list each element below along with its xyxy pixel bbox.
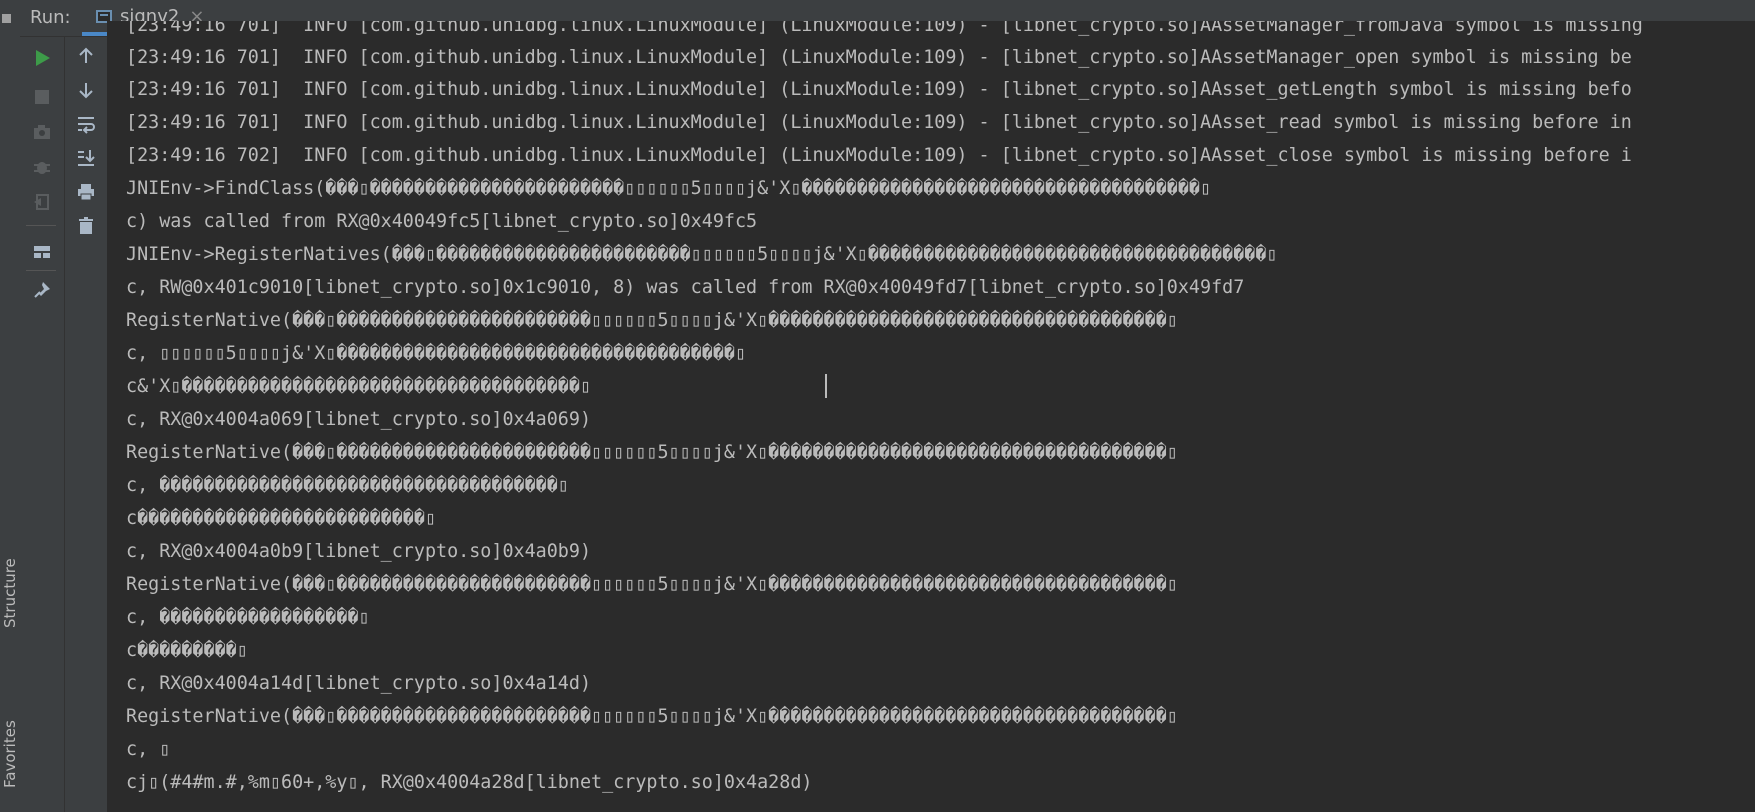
log-line: c, RX@0x4004a0b9[libnet_crypto.so]0x4a0b… [126,541,592,562]
scroll-down-button[interactable] [65,73,107,107]
clear-all-button[interactable] [65,209,107,243]
toolbar-divider [26,270,56,271]
log-line: JNIEnv->FindClass(���▯������������������… [126,178,1212,199]
debug-icon [34,162,50,174]
log-line: RegisterNative(���▯���������������������… [126,442,1178,463]
log-line: c��������������������������▯ [126,508,437,529]
log-line: [23:49:16 701] INFO [com.github.unidbg.l… [126,21,1643,36]
arrow-up-icon [79,47,93,63]
favorites-tab-label: Favorites [1,720,19,789]
run-toolbar [20,37,65,812]
rerun-button[interactable] [20,41,64,75]
scroll-to-end-icon [78,150,95,166]
run-label: Run: [30,7,71,28]
folder-icon[interactable] [2,14,11,23]
log-line: c, ������������������������������������▯ [126,475,569,496]
console-output[interactable]: [23:49:16 701] INFO [com.github.unidbg.l… [107,21,1755,812]
debug-button[interactable] [20,150,64,184]
rerun-icon [36,50,50,66]
layout-button[interactable] [20,235,64,269]
snapshot-icon [34,125,50,139]
pin-button[interactable] [20,273,64,307]
log-line: c, RX@0x4004a14d[libnet_crypto.so]0x4a14… [126,673,592,694]
stop-icon [35,90,49,104]
print-icon [78,184,94,201]
log-line: c, RX@0x4004a069[libnet_crypto.so]0x4a06… [126,409,592,430]
log-line: c&'X▯�����������������������������������… [126,376,592,397]
stop-button[interactable] [20,80,64,114]
structure-tab-label: Structure [1,558,19,628]
log-line: cj▯(#4#m.#,%m▯60+,%y▯, RX@0x4004a28d[lib… [126,772,813,793]
log-line: c, ▯ [126,739,171,760]
log-line: [23:49:16 702] INFO [com.github.unidbg.l… [126,145,1632,166]
log-line: c, ▯▯▯▯▯▯5▯▯▯▯j&'X▯���������������������… [126,343,747,364]
console-toolbar [65,37,108,812]
exit-icon [34,194,49,210]
soft-wrap-icon [78,117,95,134]
log-line: c, RW@0x401c9010[libnet_crypto.so]0x1c90… [126,277,1245,298]
log-line: RegisterNative(���▯���������������������… [126,706,1178,727]
snapshot-button[interactable] [20,115,64,149]
favorites-tab[interactable]: Favorites [0,702,20,807]
trash-icon [79,217,93,234]
scroll-up-button[interactable] [65,39,107,73]
log-line: c���������▯ [126,640,248,661]
print-button[interactable] [65,175,107,209]
log-line: RegisterNative(���▯���������������������… [126,310,1178,331]
log-line: [23:49:16 701] INFO [com.github.unidbg.l… [126,79,1632,100]
side-tool-strip: Structure Favorites [0,0,21,812]
log-line: c, ������������������▯ [126,607,370,628]
toolbar-divider [26,225,56,226]
log-line: RegisterNative(���▯���������������������… [126,574,1178,595]
structure-tab[interactable]: Structure [0,528,20,658]
scroll-to-end-button[interactable] [65,141,107,175]
log-line: [23:49:16 701] INFO [com.github.unidbg.l… [126,112,1632,133]
layout-icon [34,246,50,258]
soft-wrap-button[interactable] [65,107,107,141]
log-line: c) was called from RX@0x40049fc5[libnet_… [126,211,758,232]
arrow-down-icon [79,83,93,99]
pin-icon [34,282,50,298]
log-line: [23:49:16 701] INFO [com.github.unidbg.l… [126,47,1632,68]
text-caret [825,374,827,398]
log-line: JNIEnv->RegisterNatives(���▯������������… [126,244,1278,265]
exit-button[interactable] [20,185,64,219]
